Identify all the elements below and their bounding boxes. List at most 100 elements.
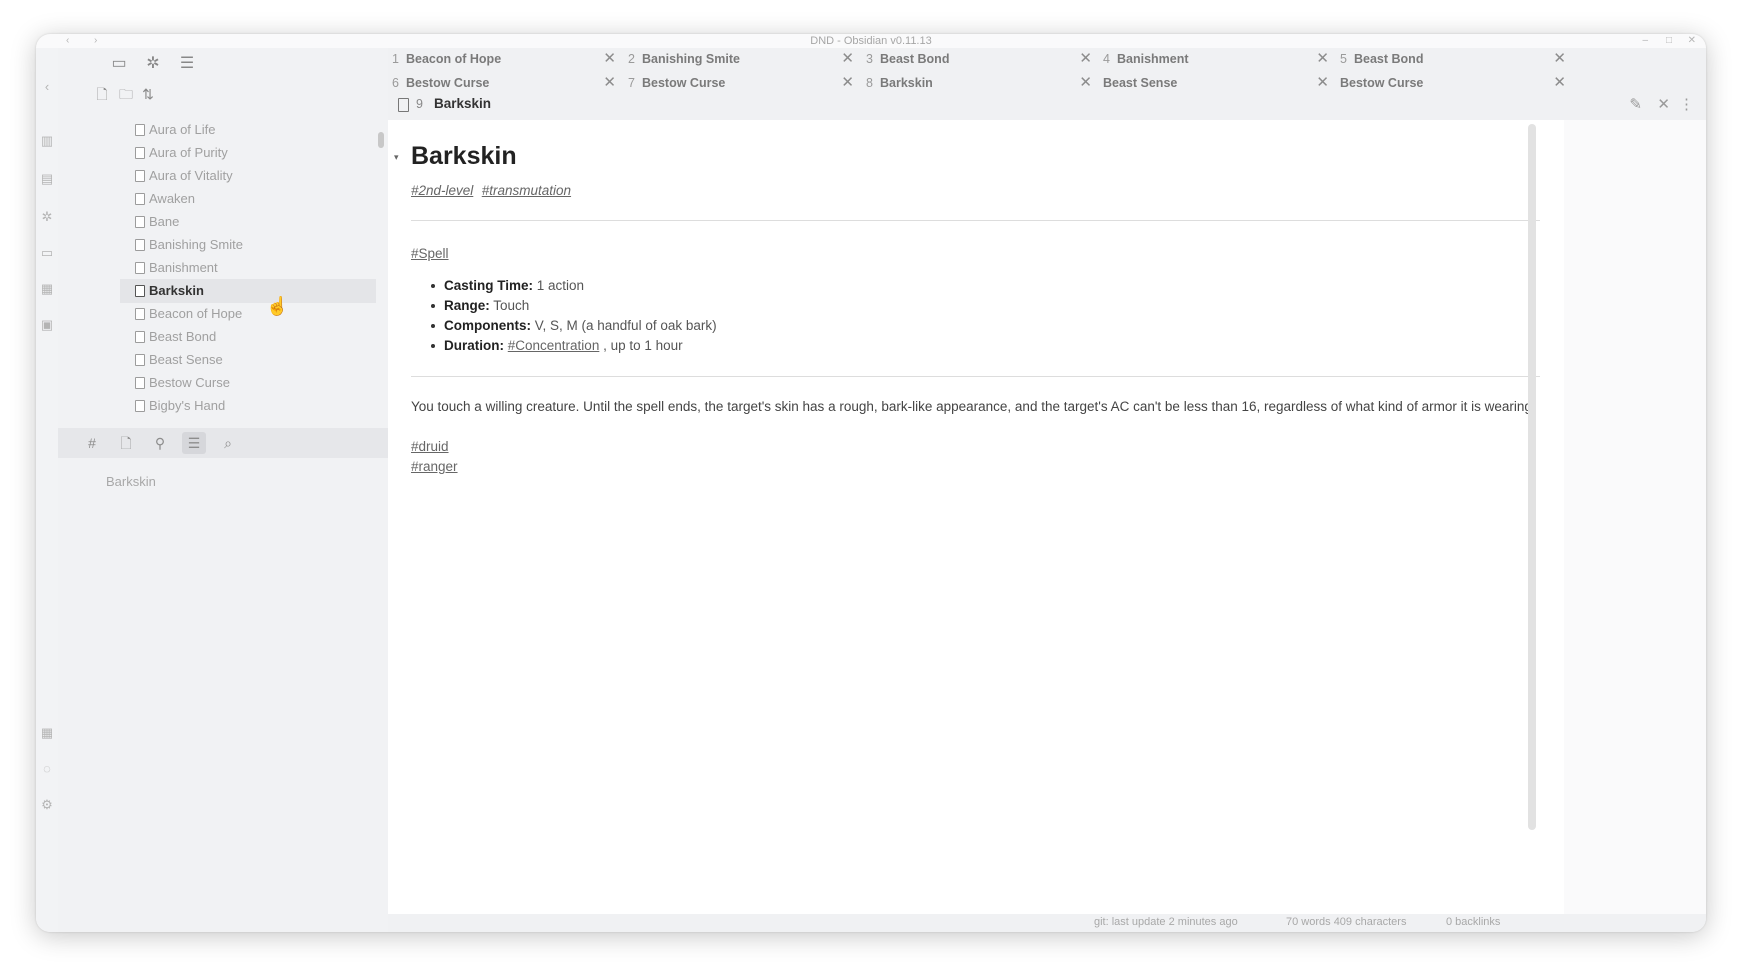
- file-explorer-toolbar: 🗋 🗀 ⇅: [58, 78, 388, 108]
- new-folder-icon[interactable]: 🗀: [116, 84, 136, 104]
- file-item-active[interactable]: Barkskin: [120, 279, 376, 303]
- search-icon[interactable]: ⌕: [216, 432, 240, 454]
- daily-note-icon[interactable]: ✲: [38, 208, 56, 226]
- file-item[interactable]: Beast Bond: [135, 325, 376, 349]
- view-header: 9 Barkskin ✎ ✕ ⋮: [388, 92, 1706, 120]
- tab[interactable]: Beast Sense ✕: [1103, 72, 1329, 94]
- file-icon: [135, 354, 145, 366]
- tab[interactable]: 7 Bestow Curse ✕: [628, 72, 854, 94]
- file-item[interactable]: Aura of Life: [135, 118, 376, 142]
- file-item[interactable]: Beast Sense: [135, 348, 376, 372]
- file-icon: [135, 239, 145, 251]
- fold-heading-icon[interactable]: ▾: [394, 152, 399, 163]
- minimize-icon[interactable]: –: [1642, 34, 1648, 48]
- close-tab-icon[interactable]: ✕: [1553, 48, 1566, 70]
- close-tab-icon[interactable]: ✕: [603, 48, 616, 70]
- tag-pane-icon[interactable]: #: [80, 432, 104, 454]
- close-tab-icon[interactable]: ✕: [1316, 48, 1329, 70]
- file-item[interactable]: Bigby's Hand: [135, 394, 376, 418]
- edit-pencil-icon[interactable]: ✎: [1629, 95, 1642, 113]
- file-explorer-icon[interactable]: ▭: [106, 53, 132, 75]
- file-icon: [135, 147, 145, 159]
- word-count: 70 words 409 characters: [1286, 916, 1407, 928]
- file-item[interactable]: Awaken: [135, 187, 376, 211]
- slides-icon[interactable]: ▣: [38, 316, 56, 334]
- bookmarks-icon[interactable]: ☰: [174, 53, 200, 75]
- tag-link[interactable]: #Concentration: [508, 338, 600, 353]
- tab[interactable]: 2 Banishing Smite ✕: [628, 48, 854, 70]
- tag-link[interactable]: #Spell: [411, 246, 449, 261]
- file-tree-scrollbar[interactable]: [378, 132, 384, 148]
- list-item: Casting Time: 1 action: [431, 276, 717, 296]
- file-item[interactable]: Aura of Vitality: [135, 164, 376, 188]
- sidebar-bottom-tab-bar: # 🗋 ⚲ ☰ ⌕: [58, 428, 388, 458]
- graph-icon[interactable]: ✲: [140, 53, 166, 75]
- tag-link[interactable]: #2nd-level: [411, 183, 473, 198]
- tag-link[interactable]: #druid: [411, 439, 449, 454]
- close-tab-icon[interactable]: ✕: [603, 72, 616, 94]
- content-scrollbar[interactable]: [1528, 124, 1536, 830]
- file-item[interactable]: Bane: [135, 210, 376, 234]
- spell-tag-line: #Spell: [411, 245, 449, 263]
- tab[interactable]: 4 Banishment ✕: [1103, 48, 1329, 70]
- forward-icon[interactable]: ›: [94, 34, 97, 48]
- tag-link[interactable]: #ranger: [411, 459, 458, 474]
- file-icon[interactable]: 🗋: [114, 432, 138, 454]
- file-item[interactable]: Beacon of Hope: [135, 302, 376, 326]
- file-icon: [135, 377, 145, 389]
- left-sidebar: ▭ ✲ ☰ 🗋 🗀 ⇅ Aura of Life Aura of Purity …: [58, 48, 388, 932]
- list-item: Duration: #Concentration , up to 1 hour: [431, 336, 717, 356]
- open-quick-switcher-icon[interactable]: ▥: [38, 132, 56, 150]
- close-tab-icon[interactable]: ✕: [841, 48, 854, 70]
- tab[interactable]: 8 Barkskin ✕: [866, 72, 1092, 94]
- sort-icon[interactable]: ⇅: [138, 84, 158, 104]
- back-icon[interactable]: ‹: [66, 34, 69, 48]
- file-icon: [135, 331, 145, 343]
- tab[interactable]: 3 Beast Bond ✕: [866, 48, 1092, 70]
- file-tree: Aura of Life Aura of Purity Aura of Vita…: [58, 118, 376, 438]
- tab[interactable]: 6 Bestow Curse ✕: [392, 72, 616, 94]
- git-status[interactable]: git: last update 2 minutes ago: [1094, 916, 1238, 928]
- view-title[interactable]: Barkskin: [434, 96, 491, 111]
- backlinks-icon[interactable]: ⚲: [148, 432, 172, 454]
- command-palette-icon[interactable]: ▦: [38, 280, 56, 298]
- list-item: Range: Touch: [431, 296, 717, 316]
- settings-icon[interactable]: ⚙: [38, 796, 56, 814]
- file-item[interactable]: Banishment: [135, 256, 376, 280]
- close-window-icon[interactable]: ✕: [1688, 34, 1696, 48]
- vault-switch-icon[interactable]: ▦: [38, 724, 56, 742]
- backlinks-count[interactable]: 0 backlinks: [1446, 916, 1500, 928]
- tag-link[interactable]: #transmutation: [482, 183, 571, 198]
- tab[interactable]: 1 Beacon of Hope ✕: [392, 48, 616, 70]
- tags-line: #2nd-level #transmutation: [411, 182, 575, 200]
- help-icon[interactable]: ◌: [38, 760, 56, 778]
- close-tab-icon[interactable]: ✕: [841, 72, 854, 94]
- note-title: Barkskin: [411, 142, 517, 170]
- close-pane-icon[interactable]: ✕: [1657, 95, 1670, 113]
- file-item[interactable]: Aura of Purity: [135, 141, 376, 165]
- graph-view-icon[interactable]: ▤: [38, 170, 56, 188]
- collapse-sidebar-icon[interactable]: ‹: [38, 78, 56, 96]
- hand-cursor-icon: ☝: [266, 296, 289, 316]
- outline-icon[interactable]: ☰: [182, 432, 206, 454]
- divider: [411, 376, 1540, 377]
- tab[interactable]: 5 Beast Bond ✕: [1340, 48, 1566, 70]
- templates-icon[interactable]: ▭: [38, 244, 56, 262]
- list-item: Components: V, S, M (a handful of oak ba…: [431, 316, 717, 336]
- title-bar: DND - Obsidian v0.11.13 ‹ › – □ ✕: [36, 34, 1706, 48]
- maximize-icon[interactable]: □: [1666, 34, 1672, 48]
- file-icon: [135, 170, 145, 182]
- file-item[interactable]: Bestow Curse: [135, 371, 376, 395]
- file-item[interactable]: Banishing Smite: [135, 233, 376, 257]
- close-tab-icon[interactable]: ✕: [1079, 72, 1092, 94]
- more-options-icon[interactable]: ⋮: [1679, 95, 1694, 113]
- sidebar-tab-bar: ▭ ✲ ☰: [58, 48, 388, 78]
- outline-heading[interactable]: Barkskin: [106, 474, 156, 489]
- document-icon: [398, 98, 409, 112]
- new-note-icon[interactable]: 🗋: [92, 84, 112, 104]
- tab[interactable]: Bestow Curse ✕: [1340, 72, 1566, 94]
- close-tab-icon[interactable]: ✕: [1079, 48, 1092, 70]
- obsidian-window: DND - Obsidian v0.11.13 ‹ › – □ ✕ ‹ ▥ ▤ …: [36, 34, 1706, 932]
- close-tab-icon[interactable]: ✕: [1316, 72, 1329, 94]
- close-tab-icon[interactable]: ✕: [1553, 72, 1566, 94]
